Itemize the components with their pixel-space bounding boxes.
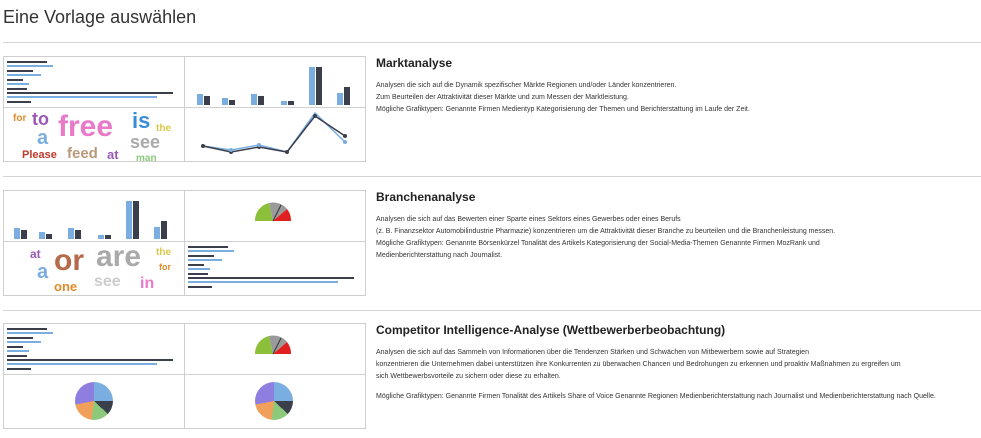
template-branchenanalyse[interactable]: at or are the a for one see in Branchena… <box>3 190 981 311</box>
template-title[interactable]: Marktanalyse <box>376 56 981 70</box>
word: man <box>136 153 157 163</box>
template-description-line: Analysen die sich auf das Sammeln von In… <box>376 349 809 356</box>
thumb-horizontal-bar-chart <box>4 324 184 374</box>
word: or <box>54 244 84 277</box>
word: see <box>130 132 161 152</box>
template-description-line: Mögliche Grafiktypen: Genannte Firmen To… <box>376 393 936 400</box>
thumb-word-cloud: for to free is the a see Please feed at … <box>4 108 184 163</box>
template-description-line: konzentrieren die Unternehmen dabei unte… <box>376 361 901 368</box>
word: free <box>58 110 114 143</box>
word: a <box>37 127 49 149</box>
template-divider <box>3 310 981 311</box>
template-description-line: Medienberichterstattung nach Journalist. <box>376 252 503 259</box>
word: for <box>159 262 171 272</box>
word: one <box>54 279 78 294</box>
template-thumbnail[interactable] <box>3 323 366 429</box>
template-description-line: (z. B. Finanzsektor Automobilindustrie P… <box>376 228 836 235</box>
template-description-line: Mögliche Grafiktypen: Genannte Börsenkür… <box>376 240 820 247</box>
word: to <box>32 109 49 129</box>
thumb-gauge-chart <box>185 324 366 374</box>
thumb-pie-chart <box>185 375 366 429</box>
thumb-pie-chart <box>4 375 184 429</box>
word: for <box>13 113 27 124</box>
thumb-horizontal-bar-chart <box>4 57 184 107</box>
word: Please <box>22 149 57 161</box>
template-title[interactable]: Branchenanalyse <box>376 190 981 204</box>
template-description-line: Analysen die sich auf das Bewerten einer… <box>376 216 681 223</box>
title-divider <box>3 42 981 43</box>
word: is <box>132 108 151 133</box>
template-thumbnail[interactable]: for to free is the a see Please feed at … <box>3 56 366 162</box>
template-thumbnail[interactable]: at or are the a for one see in <box>3 190 366 296</box>
word: at <box>30 247 41 261</box>
word: are <box>96 242 142 273</box>
template-title[interactable]: Competitor Intelligence-Analyse (Wettbew… <box>376 323 981 337</box>
word: see <box>94 273 121 290</box>
template-competitor-intelligence[interactable]: Competitor Intelligence-Analyse (Wettbew… <box>3 323 981 433</box>
thumb-horizontal-bar-chart <box>185 242 366 296</box>
template-description-line: sich Wettbewerbsvorteile zu sichern oder… <box>376 373 561 380</box>
thumb-gauge-chart <box>185 191 366 241</box>
template-description-line: Zum Beurteilen der Attraktivität dieser … <box>376 94 629 101</box>
template-description-line: Analysen die sich auf die Dynamik spezif… <box>376 82 677 89</box>
word: the <box>156 247 171 258</box>
word: feed <box>67 145 98 162</box>
page-title: Eine Vorlage auswählen <box>3 7 197 27</box>
template-description-line: Mögliche Grafiktypen: Genannte Firmen Me… <box>376 106 750 113</box>
thumb-line-chart <box>185 108 366 162</box>
word: a <box>37 261 49 283</box>
template-marktanalyse[interactable]: for to free is the a see Please feed at … <box>3 56 981 177</box>
word: in <box>140 275 155 292</box>
template-divider <box>3 176 981 177</box>
thumb-column-chart <box>185 57 366 107</box>
word: at <box>107 147 119 162</box>
thumb-word-cloud: at or are the a for one see in <box>4 242 184 296</box>
thumb-column-chart <box>4 191 184 241</box>
